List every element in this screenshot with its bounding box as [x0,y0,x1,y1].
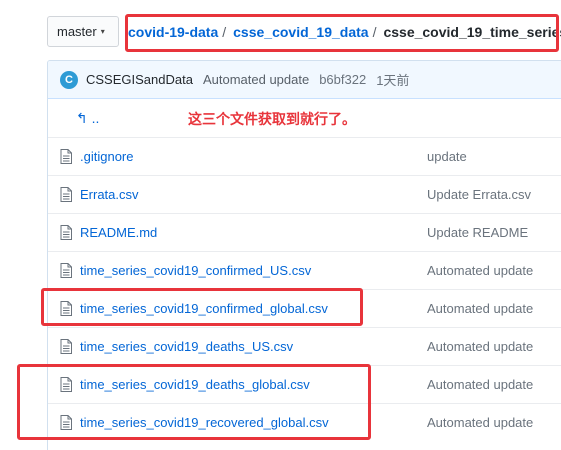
file-row[interactable]: time_series_covid19_confirmed_US.csv Auto… [48,251,561,289]
file-row[interactable]: time_series_covid19_recovered_global.csv… [48,403,561,441]
file-link[interactable]: time_series_covid19_confirmed_US.csv [80,263,311,278]
file-link[interactable]: Errata.csv [80,187,139,202]
file-browser: C CSSEGISandData Automated update b6bf32… [47,60,561,450]
file-commit-message[interactable]: Update Errata.csv [427,187,531,202]
branch-selector-button[interactable]: master ▾ [47,16,119,47]
latest-commit-bar: C CSSEGISandData Automated update b6bf32… [48,61,561,99]
file-icon [60,225,72,240]
file-link[interactable]: .gitignore [80,149,133,164]
file-commit-message[interactable]: Update README [427,225,528,240]
file-icon [60,339,72,354]
file-row[interactable]: Errata.csv Update Errata.csv [48,175,561,213]
file-commit-message[interactable]: Automated update [427,263,533,278]
file-row[interactable]: .gitignore update [48,137,561,175]
breadcrumb-separator: / [372,24,377,40]
breadcrumb-separator: / [222,24,227,40]
file-link[interactable]: time_series_covid19_deaths_global.csv [80,377,310,392]
commit-message[interactable]: Automated update [203,72,309,87]
file-link[interactable]: time_series_covid19_confirmed_global.csv [80,301,328,316]
file-icon [60,377,72,392]
file-icon [60,415,72,430]
commit-author[interactable]: CSSEGISandData [86,72,193,87]
commit-sha[interactable]: b6bf322 [319,72,366,87]
file-row[interactable]: time_series_covid19_deaths_US.csv Automat… [48,327,561,365]
file-commit-message[interactable]: Automated update [427,339,533,354]
file-icon [60,187,72,202]
file-link[interactable]: time_series_covid19_deaths_US.csv [80,339,293,354]
file-link[interactable]: README.md [80,225,157,240]
file-row[interactable]: README.md Update README [48,213,561,251]
file-row[interactable]: time_series_covid19_confirmed_global.csv… [48,289,561,327]
chevron-down-icon: ▾ [100,27,105,36]
go-up-icon: ↰ [76,109,88,126]
file-commit-message[interactable]: Automated update [427,377,533,392]
breadcrumb-link-repo[interactable]: covid-19-data [128,24,218,40]
avatar[interactable]: C [60,70,78,89]
breadcrumb-link-folder[interactable]: csse_covid_19_data [233,24,368,40]
branch-label: master [57,24,97,39]
parent-directory-link[interactable]: ↰ .. [76,110,99,127]
file-icon [60,301,72,316]
file-commit-message[interactable]: Automated update [427,301,533,316]
annotation-note: 这三个文件获取到就行了。 [188,111,356,127]
parent-directory-row[interactable]: ↰ .. 这三个文件获取到就行了。 [48,99,561,137]
file-commit-message[interactable]: update [427,149,467,164]
file-row[interactable]: time_series_covid19_deaths_global.csv Aut… [48,365,561,403]
parent-directory-label: .. [91,109,100,126]
file-link[interactable]: time_series_covid19_recovered_global.csv [80,415,329,430]
file-icon [60,263,72,278]
file-list: .gitignore update Errata.csv Update Errata.… [48,137,561,441]
file-commit-message[interactable]: Automated update [427,415,533,430]
breadcrumb-current: csse_covid_19_time_series [383,24,561,40]
file-icon [60,149,72,164]
breadcrumb: covid-19-data / csse_covid_19_data / css… [128,17,561,47]
commit-time: 1天前 [376,73,410,88]
